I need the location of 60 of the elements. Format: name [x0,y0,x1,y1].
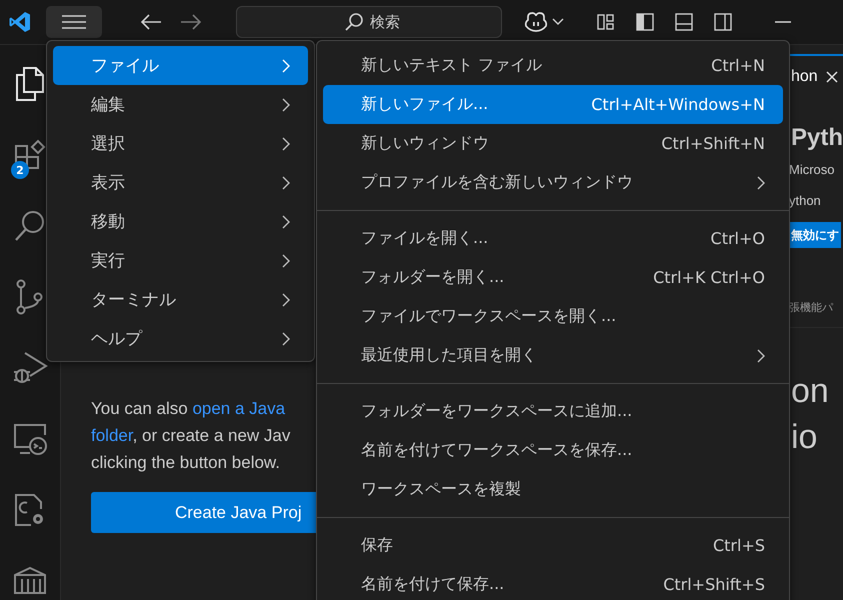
copilot-icon[interactable] [524,11,548,33]
minimize-icon[interactable] [775,20,791,24]
chevron-right-icon [757,348,765,362]
source-control-icon[interactable] [14,278,45,315]
panel-toggle-icon[interactable] [674,12,694,32]
paragraph-text: , or create a new Jav [132,426,290,445]
extensions-icon[interactable] [12,138,47,172]
menu-item[interactable]: 実行 [53,241,308,280]
menu-item[interactable]: 名前を付けてワークスペースを保存... [323,431,783,470]
menu-item[interactable]: 新しいテキスト ファイル Ctrl+N [323,46,783,85]
menu-item[interactable]: 表示 [53,163,308,202]
chevron-right-icon [282,98,290,112]
back-arrow-icon[interactable] [140,13,162,31]
heading-text: io [790,417,818,458]
chevron-right-icon [282,292,290,306]
menu-icon [61,14,87,30]
chevron-right-icon [282,58,290,72]
menu-button[interactable] [46,6,102,38]
notification-badge: 2 [10,161,29,180]
secondary-sidebar-icon[interactable] [713,12,733,32]
search-field[interactable]: 検索 [236,6,502,38]
extension-title: Pyth [790,124,843,152]
app-logo-icon [8,10,32,34]
chevron-down-icon[interactable] [552,18,564,26]
menu-item[interactable]: 名前を付けて保存... Ctrl+Shift+S [323,565,783,600]
chevron-right-icon [757,176,765,190]
menu-item[interactable]: 新しいウィンドウ Ctrl+Shift+N [323,124,783,163]
menu-item[interactable]: 移動 [53,202,308,241]
menu-item[interactable]: ファイルを開く... Ctrl+O [323,219,783,258]
menu-item[interactable]: ターミナル [53,280,308,319]
layout-icon[interactable] [596,12,616,32]
heading-text: on [790,371,830,412]
paragraph-text: clicking the button below. [90,453,280,472]
chevron-right-icon [282,214,290,228]
paragraph-text: You can also [90,399,189,418]
link[interactable]: folder [90,426,133,445]
link[interactable]: open a Java [192,399,286,418]
menu-item[interactable]: フォルダーをワークスペースに追加... [323,392,783,431]
menu-item[interactable]: ファイルでワークスペースを開く... [323,297,783,336]
menu-item[interactable]: 選択 [53,124,308,163]
menu-item[interactable]: 新しいファイル... Ctrl+Alt+Windows+N [323,85,783,124]
menu-item[interactable]: ヘルプ [53,319,308,358]
menu-item[interactable]: ファイル [53,46,308,85]
search-icon[interactable] [12,208,47,243]
menu-item[interactable]: プロファイルを含む新しいウィンドウ [323,163,783,202]
sidebar-toggle-icon[interactable] [635,12,655,32]
menu-item[interactable]: 編集 [53,85,308,124]
chevron-right-icon [282,332,290,346]
forward-arrow-icon[interactable] [180,13,202,31]
search-icon [344,12,364,32]
menu-item[interactable]: フォルダーを開く... Ctrl+K Ctrl+O [323,258,783,297]
menu-item[interactable]: 最近使用した項目を開く [323,336,783,375]
chevron-right-icon [282,254,290,268]
chevron-right-icon [282,136,290,150]
extension-description: ython [788,193,822,208]
disable-button[interactable]: 無効にす [788,222,841,248]
remote-explorer-icon[interactable] [12,422,48,456]
chevron-right-icon [282,176,290,190]
close-icon[interactable] [826,71,838,83]
publisher-name: Microso [788,162,836,177]
